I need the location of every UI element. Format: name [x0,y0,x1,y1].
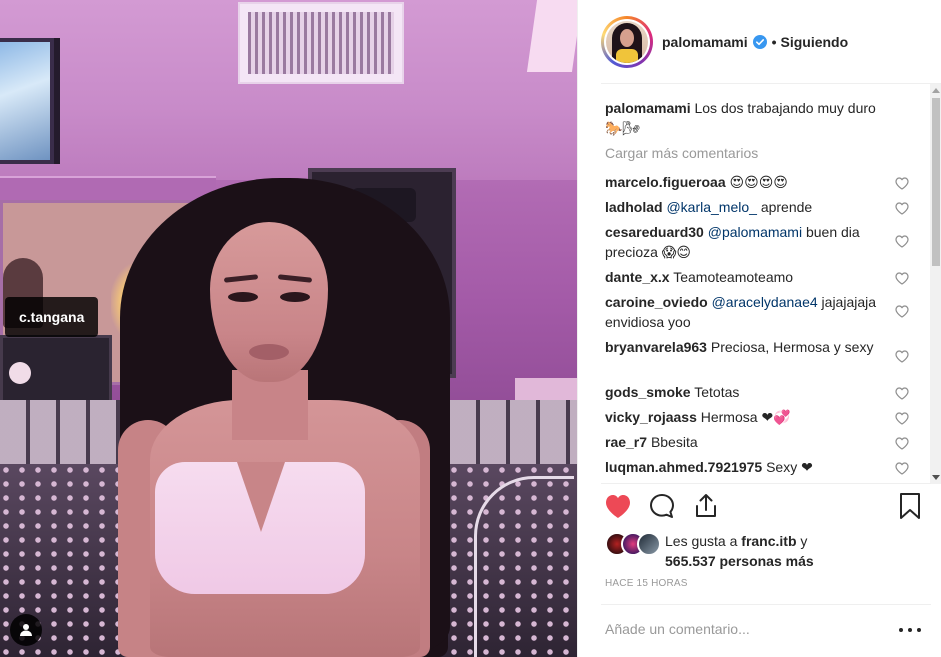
heart-outline-icon[interactable] [895,175,909,195]
comment-text: Tetotas [694,384,740,400]
likes-prefix: Les gusta a [665,533,738,549]
wall-shelf [0,176,216,200]
avatar[interactable] [637,532,661,556]
comments-divider [601,483,931,484]
comment-item: gods_smoke Tetotas [605,382,909,402]
comment-item: rae_r7 Bbesita [605,432,909,452]
subject-top [155,462,365,594]
comment-username[interactable]: gods_smoke [605,384,691,400]
comment-username[interactable]: caroine_oviedo [605,294,708,310]
heart-outline-icon[interactable] [895,233,909,253]
comment-username[interactable]: marcelo.figueroaa [605,174,726,190]
liker-username[interactable]: franc.itb [741,533,796,549]
subject-eye-right [280,292,310,302]
heart-outline-icon[interactable] [895,303,909,323]
post-sidebar: palomamami • Siguiendo palomamami Los do… [577,0,941,657]
comment-text: aprende [756,199,813,215]
header-username[interactable]: palomamami [662,34,748,50]
caption: palomamami Los dos trabajando muy duro 🐎… [605,98,909,138]
bookmark-icon[interactable] [894,490,926,522]
comment-text: Sexy [766,459,798,475]
comment-text: Hermosa [700,409,758,425]
caption-emoji: 🐎🌬 [605,120,641,136]
comment-emoji: ❤ [801,459,813,475]
comment-item: vicky_rojaass Hermosa ❤💞 [605,407,909,427]
likes-summary: Les gusta a franc.itb y 565.537 personas… [605,531,915,571]
scrollbar-thumb[interactable] [932,98,940,266]
scroll-down-arrow-icon[interactable] [932,475,940,480]
post-photo[interactable]: c.tangana [0,0,577,657]
post-timestamp[interactable]: HACE 15 HORAS [605,578,688,589]
timestamp-divider [601,604,931,605]
action-bar [602,490,932,526]
comment-username[interactable]: luqman.ahmed.7921975 [605,459,762,475]
heart-filled-icon[interactable] [602,490,634,522]
comment-username[interactable]: ladholad [605,199,663,215]
comment-mention[interactable]: @aracelydanae4 [712,294,818,310]
ellipsis-icon[interactable] [899,621,921,639]
air-vent [238,2,404,84]
header-separator: • [771,34,777,50]
heart-outline-icon[interactable] [895,435,909,455]
heart-outline-icon[interactable] [895,200,909,220]
avatar[interactable] [601,16,653,68]
wall-screen [0,38,60,164]
comment-item: dante_x.x Teamoteamoteamo [605,267,909,287]
likes-count[interactable]: 565.537 personas más [665,553,814,569]
heart-outline-icon[interactable] [895,270,909,290]
likes-text: Les gusta a franc.itb y 565.537 personas… [665,531,814,571]
caption-text: Los dos trabajando muy duro [694,100,876,116]
comment-username[interactable]: bryanvarela963 [605,339,707,355]
user-tag-label[interactable]: c.tangana [5,297,99,337]
comment-item: caroine_oviedo @aracelydanae4 jajajajaja… [605,292,909,332]
comment-username[interactable]: cesareduard30 [605,224,704,240]
comments-scrollbar[interactable] [930,84,941,484]
person-icon[interactable] [10,614,42,646]
scroll-up-arrow-icon[interactable] [932,88,940,93]
comment-mention[interactable]: @palomamami [708,224,802,240]
follow-status-button[interactable]: Siguiendo [781,34,849,50]
comment-text: Preciosa, Hermosa y sexy [710,339,874,355]
likes-connector: y [800,533,808,549]
heart-outline-icon[interactable] [895,385,909,405]
comment-emoji: 😍😍😍😍 [729,174,788,190]
comment-emoji: 😱😊 [661,244,692,260]
speech-bubble-icon[interactable] [646,490,678,522]
cable [474,476,574,657]
comment-item: marcelo.figueroaa 😍😍😍😍 [605,172,909,192]
header-divider [601,83,941,84]
subject-lips [249,344,289,360]
verified-badge-icon [752,35,767,49]
comment-item: cesareduard30 @palomamami buen dia preci… [605,222,909,262]
comment-item: bryanvarela963 Preciosa, Hermosa y sexy [605,337,909,363]
caption-username[interactable]: palomamami [605,100,691,116]
comment-username[interactable]: vicky_rojaass [605,409,697,425]
add-comment-input[interactable]: Añade un comentario... [605,621,750,637]
comment-text: Bbesita [650,434,698,450]
comment-username[interactable]: rae_r7 [605,434,647,450]
ceiling-light [526,0,577,72]
share-upload-icon[interactable] [690,490,722,522]
load-more-comments-button[interactable]: Cargar más comentarios [605,145,758,161]
comment-item: ladholad @karla_melo_ aprende [605,197,909,217]
comment-emoji: ❤💞 [761,409,791,425]
post-header: palomamami • Siguiendo [578,0,941,84]
comment-mention[interactable]: @karla_melo_ [666,199,756,215]
heart-outline-icon[interactable] [895,410,909,430]
heart-outline-icon[interactable] [895,460,909,480]
comment-text: Teamoteamoteamo [673,269,794,285]
liker-avatars[interactable] [605,532,663,556]
comment-item: luqman.ahmed.7921975 Sexy ❤ [605,457,909,477]
subject-eye-left [228,292,258,302]
comment-username[interactable]: dante_x.x [605,269,670,285]
heart-outline-icon[interactable] [895,348,909,368]
